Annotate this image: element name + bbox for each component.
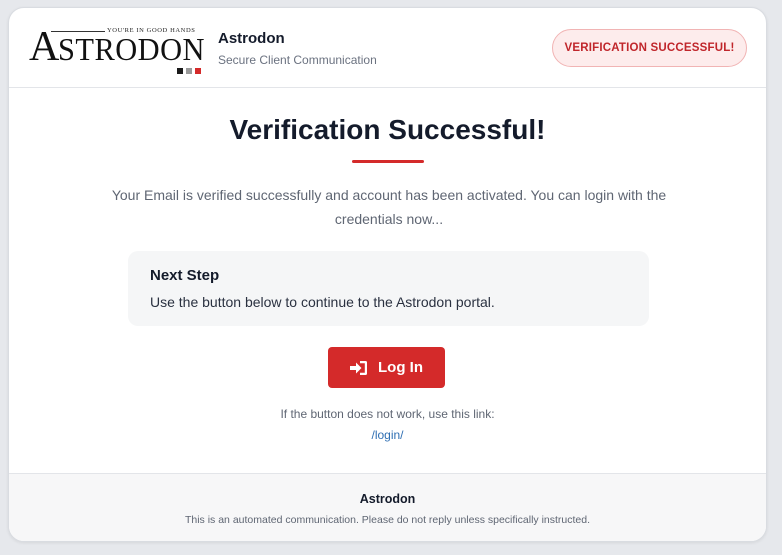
fallback-link-row: /login/ (9, 428, 766, 442)
logo-wordmark-a: A (29, 28, 60, 68)
footer-title: Astrodon (359, 492, 416, 506)
logo-square-red (195, 68, 201, 74)
brand-subtitle: Secure Client Communication (218, 53, 377, 67)
login-button[interactable]: Log In (328, 347, 445, 388)
next-step-box: Next Step Use the button below to contin… (128, 251, 649, 326)
login-link[interactable]: /login/ (371, 428, 403, 442)
logo-square-black (177, 68, 183, 74)
email-card: YOU'RE IN GOOD HANDS A STRODON Astrodon … (8, 7, 767, 542)
header: YOU'RE IN GOOD HANDS A STRODON Astrodon … (9, 8, 766, 88)
footer: Astrodon This is an automated communicat… (9, 473, 766, 541)
astrodon-logo: YOU'RE IN GOOD HANDS A STRODON (29, 22, 209, 76)
next-step-body: Use the button below to continue to the … (150, 294, 495, 310)
sign-in-icon (350, 360, 367, 375)
status-badge: VERIFICATION SUCCESSFUL! (552, 29, 747, 67)
brand-name: Astrodon (218, 30, 285, 47)
title-underline (352, 160, 424, 163)
login-button-label: Log In (378, 359, 423, 376)
verification-message: Your Email is verified successfully and … (111, 187, 667, 227)
logo-wordmark-svg: A STRODON (29, 24, 205, 70)
footer-note: This is an automated communication. Plea… (184, 514, 591, 526)
fallback-text: If the button does not work, use this li… (280, 407, 495, 421)
logo-wordmark-rest: STRODON (58, 31, 205, 67)
next-step-title: Next Step (150, 267, 220, 284)
logo-square-grey (186, 68, 192, 74)
page-title: Verification Successful! (229, 114, 546, 145)
